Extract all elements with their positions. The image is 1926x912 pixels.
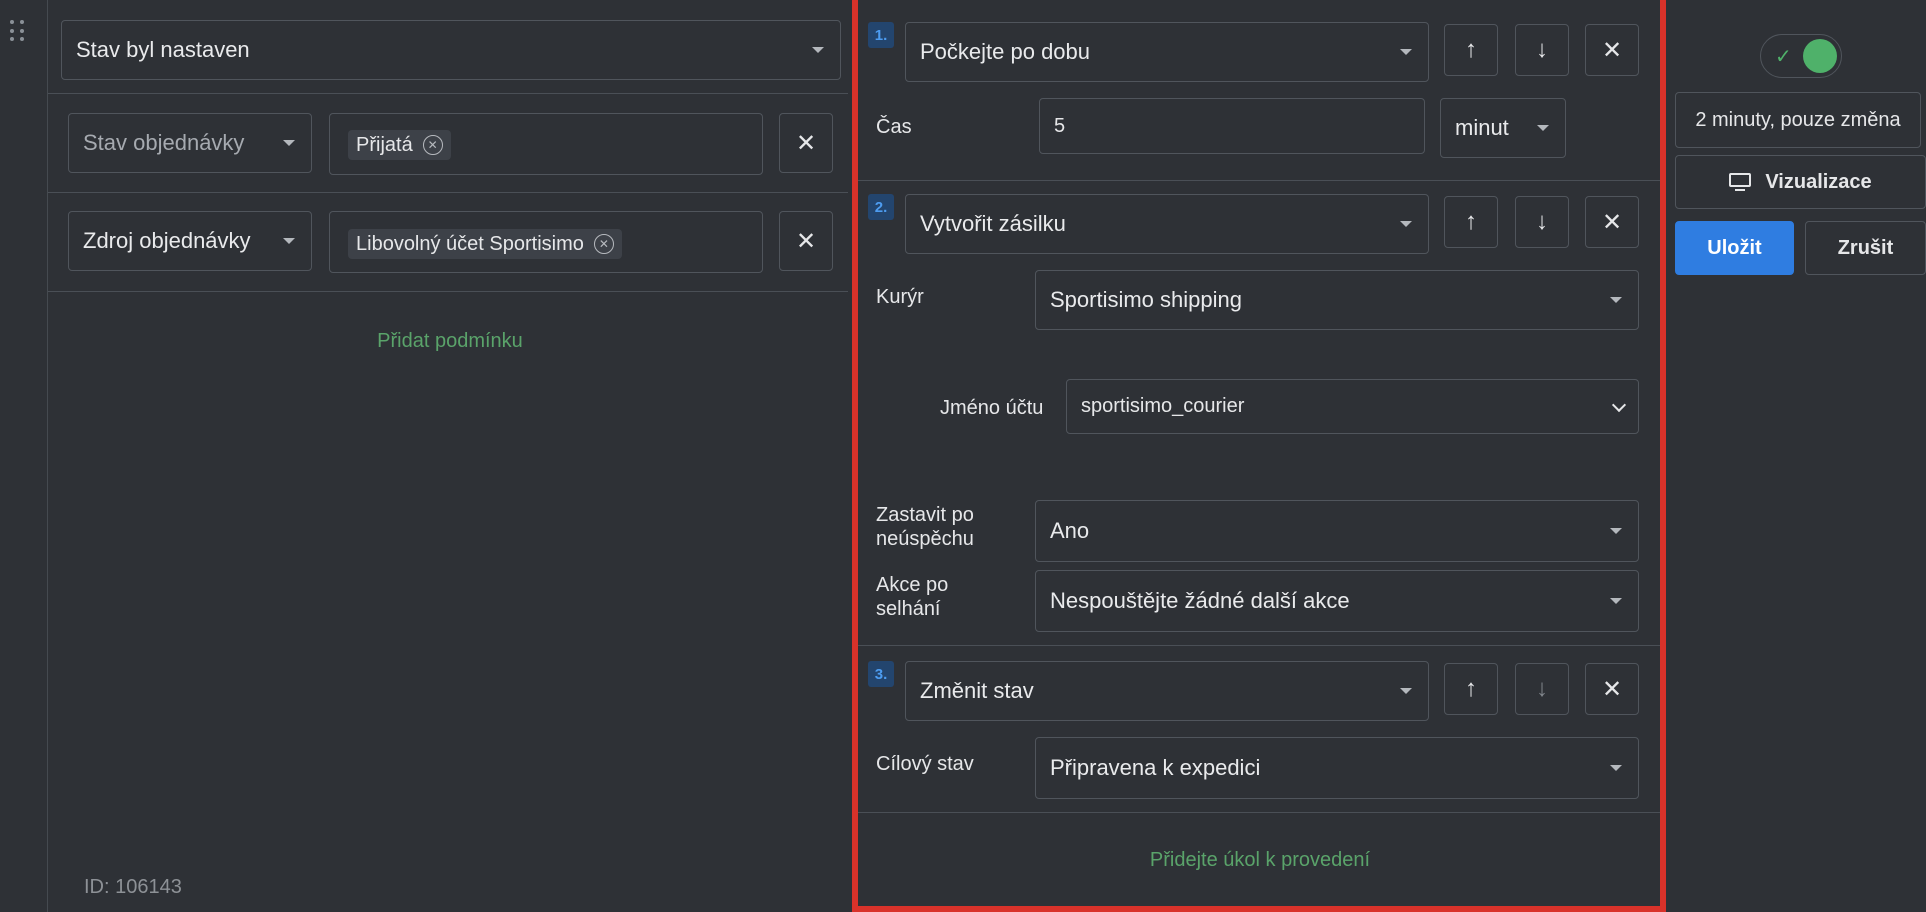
drag-handle-column	[0, 0, 48, 912]
chevron-down-icon	[1610, 598, 1622, 604]
stop-on-failure-select[interactable]: Ano	[1035, 500, 1639, 562]
close-icon: ✕	[795, 227, 817, 255]
task-action-value: Počkejte po dobu	[920, 39, 1091, 64]
time-unit-select[interactable]: minut	[1440, 98, 1566, 158]
remove-condition-button[interactable]: ✕	[779, 113, 833, 173]
remove-task-button[interactable]: ✕	[1585, 663, 1639, 715]
arrow-down-icon: ↓	[1536, 675, 1548, 702]
drag-handle-icon[interactable]	[10, 20, 24, 42]
chevron-down-icon	[283, 238, 295, 244]
move-up-button[interactable]: ↑	[1444, 196, 1498, 248]
target-status-value: Připravena k expedici	[1050, 755, 1261, 780]
condition-tag: Libovolný účet Sportisimo ✕	[348, 229, 622, 259]
rule-id: ID: 106143	[84, 876, 182, 898]
chevron-down-icon	[1610, 528, 1622, 534]
task-number-badge: 2.	[868, 194, 894, 220]
schedule-value: 2 minuty, pouze změna	[1695, 108, 1901, 131]
save-button[interactable]: Uložit	[1675, 221, 1794, 275]
close-icon: ✕	[1601, 675, 1623, 703]
task-action-value: Změnit stav	[920, 678, 1034, 703]
check-icon: ✓	[1775, 46, 1792, 68]
condition-tag: Přijatá ✕	[348, 130, 451, 160]
move-down-button[interactable]: ↓	[1515, 663, 1569, 715]
account-select[interactable]: sportisimo_courier	[1066, 379, 1639, 434]
failure-action-value: Nespouštějte žádné další akce	[1050, 588, 1350, 613]
time-label: Čas	[876, 116, 912, 138]
time-input-value: 5	[1054, 114, 1066, 137]
arrow-down-icon: ↓	[1536, 36, 1548, 63]
divider	[48, 93, 848, 94]
add-task-button[interactable]: Přidejte úkol k provedení	[1060, 849, 1460, 872]
close-icon: ✕	[1601, 36, 1623, 64]
target-status-label: Cílový stav	[876, 753, 974, 775]
move-down-button[interactable]: ↓	[1515, 196, 1569, 248]
arrow-up-icon: ↑	[1465, 675, 1477, 702]
condition-field-value: Stav objednávky	[83, 130, 245, 155]
chevron-down-icon	[812, 47, 824, 53]
divider	[48, 192, 848, 193]
task-action-value: Vytvořit zásilku	[920, 211, 1066, 236]
enabled-toggle[interactable]: ✓	[1760, 34, 1842, 78]
visualize-label: Vizualizace	[1765, 170, 1872, 193]
move-down-button[interactable]: ↓	[1515, 24, 1569, 76]
chevron-down-icon	[1400, 688, 1412, 694]
task-number-badge: 1.	[868, 22, 894, 48]
close-icon: ✕	[1601, 208, 1623, 236]
visualize-button[interactable]: Vizualizace	[1675, 155, 1926, 209]
toggle-knob	[1803, 39, 1837, 73]
chevron-down-icon	[1611, 397, 1627, 412]
condition-field-value: Zdroj objednávky	[83, 228, 251, 253]
remove-condition-button[interactable]: ✕	[779, 211, 833, 271]
time-input[interactable]: 5	[1039, 98, 1425, 154]
arrow-down-icon: ↓	[1536, 208, 1548, 235]
chevron-down-icon	[1610, 297, 1622, 303]
chevron-down-icon	[1400, 221, 1412, 227]
trigger-select[interactable]: Stav byl nastaven	[61, 20, 841, 80]
move-up-button[interactable]: ↑	[1444, 24, 1498, 76]
chevron-down-icon	[1400, 49, 1412, 55]
courier-label: Kurýr	[876, 286, 924, 308]
arrow-up-icon: ↑	[1465, 208, 1477, 235]
remove-tag-icon[interactable]: ✕	[422, 135, 443, 155]
move-up-button[interactable]: ↑	[1444, 663, 1498, 715]
automation-editor: Stav byl nastaven Stav objednávky Přijat…	[0, 0, 1926, 912]
chevron-down-icon	[1610, 765, 1622, 771]
close-icon: ✕	[795, 129, 817, 157]
cancel-button[interactable]: Zrušit	[1805, 221, 1926, 275]
failure-action-label: Akce po selhání	[876, 574, 949, 620]
divider	[48, 291, 848, 292]
divider	[858, 812, 1660, 813]
account-label: Jméno účtu	[940, 397, 1044, 419]
chevron-down-icon	[1537, 125, 1549, 131]
failure-action-select[interactable]: Nespouštějte žádné další akce	[1035, 570, 1639, 632]
target-status-select[interactable]: Připravena k expedici	[1035, 737, 1639, 799]
trigger-select-value: Stav byl nastaven	[76, 37, 250, 62]
account-value: sportisimo_courier	[1081, 395, 1245, 417]
divider	[858, 180, 1660, 181]
divider	[858, 645, 1660, 646]
schedule-select[interactable]: 2 minuty, pouze změna	[1675, 92, 1921, 148]
condition-field-select[interactable]: Stav objednávky	[68, 113, 312, 173]
arrow-up-icon: ↑	[1465, 36, 1477, 63]
remove-task-button[interactable]: ✕	[1585, 196, 1639, 248]
remove-tag-icon[interactable]: ✕	[593, 234, 614, 254]
condition-tag-label: Přijatá	[356, 133, 413, 156]
task-number-badge: 3.	[868, 661, 894, 687]
condition-tag-label: Libovolný účet Sportisimo	[356, 232, 584, 255]
time-unit-value: minut	[1455, 115, 1509, 140]
stop-on-failure-value: Ano	[1050, 518, 1090, 543]
chevron-down-icon	[283, 140, 295, 146]
courier-select[interactable]: Sportisimo shipping	[1035, 270, 1639, 330]
task-action-select[interactable]: Změnit stav	[905, 661, 1429, 721]
add-condition-button[interactable]: Přidat podmínku	[300, 330, 600, 353]
task-action-select[interactable]: Počkejte po dobu	[905, 22, 1429, 82]
condition-field-select[interactable]: Zdroj objednávky	[68, 211, 312, 271]
stop-on-failure-label: Zastavit po neúspěchu	[876, 504, 974, 550]
courier-value: Sportisimo shipping	[1050, 287, 1242, 312]
task-action-select[interactable]: Vytvořit zásilku	[905, 194, 1429, 254]
monitor-icon	[1729, 173, 1752, 191]
remove-task-button[interactable]: ✕	[1585, 24, 1639, 76]
